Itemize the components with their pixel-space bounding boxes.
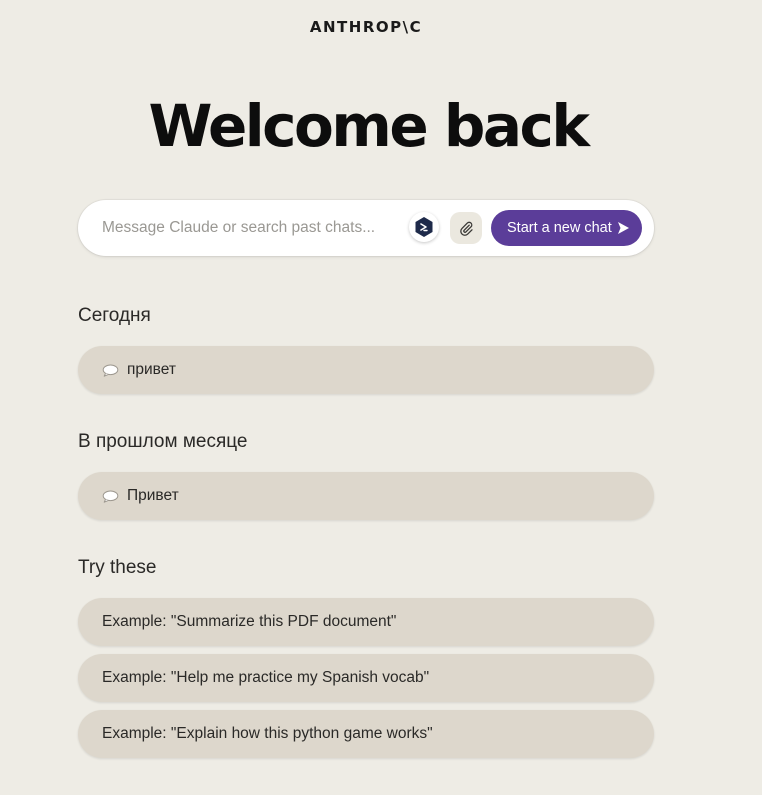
- send-arrow-icon: [618, 222, 629, 234]
- example-prompt-label: Example: "Explain how this python game w…: [102, 725, 433, 742]
- chat-history-item[interactable]: привет: [78, 346, 654, 394]
- example-prompt-label: Example: "Summarize this PDF document": [102, 613, 397, 630]
- example-prompt-item[interactable]: Example: "Summarize this PDF document": [78, 598, 654, 646]
- example-prompt-item[interactable]: Example: "Help me practice my Spanish vo…: [78, 654, 654, 702]
- section-title-last-month: В прошлом месяце: [78, 431, 248, 452]
- start-new-chat-label: Start a new chat: [507, 220, 612, 236]
- anthropic-logo: ANTHROP\C: [309, 18, 423, 36]
- paperclip-icon: [460, 221, 473, 236]
- chat-bubble-icon: [102, 489, 120, 503]
- chat-item-label: Привет: [127, 487, 179, 504]
- example-prompt-label: Example: "Help me practice my Spanish vo…: [102, 669, 430, 686]
- section-title-try-these: Try these: [78, 557, 157, 578]
- chat-bubble-icon: [102, 363, 120, 377]
- chat-item-label: привет: [127, 361, 176, 378]
- example-prompt-item[interactable]: Example: "Explain how this python game w…: [78, 710, 654, 758]
- chat-history-item[interactable]: Привет: [78, 472, 654, 520]
- page-title: Welcome back: [148, 92, 590, 160]
- chat-search-bar: Start a new chat: [78, 200, 654, 256]
- message-search-input[interactable]: [102, 216, 392, 240]
- section-title-today: Сегодня: [78, 305, 151, 326]
- start-new-chat-button[interactable]: Start a new chat: [491, 210, 642, 246]
- extension-logo-icon[interactable]: [409, 212, 439, 242]
- attach-file-button[interactable]: [450, 212, 482, 244]
